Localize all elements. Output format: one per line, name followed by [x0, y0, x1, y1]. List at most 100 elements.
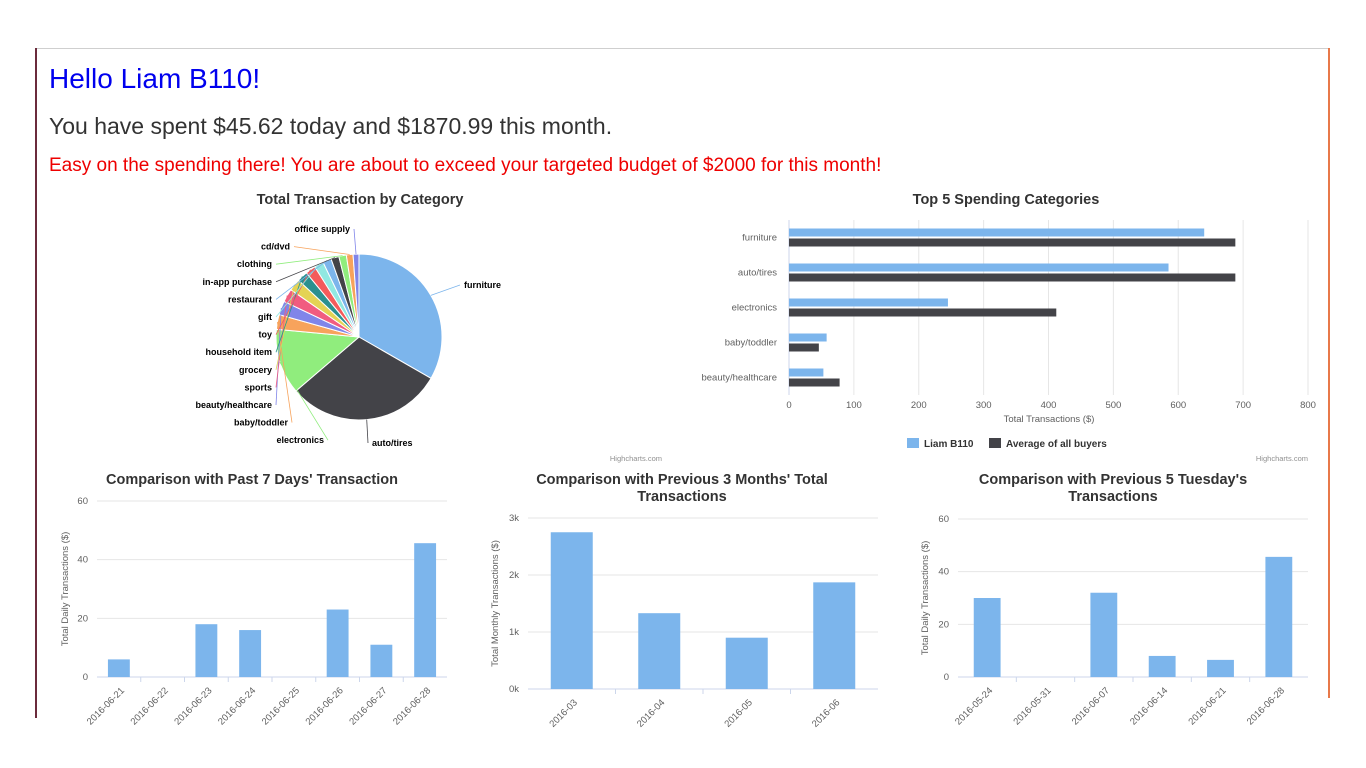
x-tick-label-2016-06: 2016-06: [810, 697, 842, 729]
highcharts-credit[interactable]: Highcharts.com: [610, 454, 662, 463]
y-tick-label: 40: [938, 567, 949, 578]
x-tick-label-2016-06-28: 2016-06-28: [391, 685, 433, 727]
top-spending-bar-chart: Top 5 Spending Categories furniture auto/…: [701, 192, 1316, 463]
pie-label-sports: sports: [244, 382, 272, 392]
budget-warning: Easy on the spending there! You are abou…: [49, 155, 882, 176]
x-tick-label: 0: [786, 400, 791, 411]
legend-label-liam[interactable]: Liam B110: [924, 439, 974, 450]
column-2016-06-07: [1090, 592, 1118, 677]
category-label-beauty-healthcare: beauty/healthcare: [701, 373, 777, 384]
pie-label-office-supply: office supply: [294, 224, 350, 234]
tick-labels: 0 100 200 300 400 500 600 700 800: [786, 400, 1316, 411]
x-tick-label: 300: [976, 400, 992, 411]
pie-label-auto-tires: auto/tires: [372, 438, 413, 448]
pie-label-furniture: furniture: [464, 280, 501, 290]
category-labels: furniture auto/tires electronics baby/toddl…: [701, 233, 777, 384]
chart-title: Comparison with Past 7 Days' Transaction: [106, 472, 398, 488]
y-axis-label: Total Monthly Transactions ($): [490, 540, 501, 667]
column-2016-06-24: [239, 630, 262, 677]
bar-liam-b110-auto-tires: [789, 263, 1169, 272]
bar-average-of-all-buyers-auto-tires: [789, 273, 1236, 282]
category-label-auto-tires: auto/tires: [738, 268, 777, 279]
column-2016-06: [813, 582, 856, 689]
y-tick-label: 0: [83, 672, 88, 683]
x-tick-label-2016-06-07: 2016-06-07: [1070, 685, 1112, 727]
column-2016-05-24: [973, 598, 1001, 677]
chart-title-line-1: Comparison with Previous 3 Months' Total: [536, 472, 828, 488]
x-tick-label: 600: [1170, 400, 1186, 411]
x-tick-label-2016-03: 2016-03: [547, 697, 579, 729]
greeting-heading: Hello Liam B110!: [49, 63, 261, 94]
chart-title: Total Transaction by Category: [257, 192, 464, 208]
x-tick-label-2016-04: 2016-04: [635, 697, 667, 729]
pie-label-baby-toddler: baby/toddler: [234, 418, 289, 428]
x-tick-label: 400: [1041, 400, 1057, 411]
legend-swatch-liam[interactable]: [907, 438, 919, 448]
x-tick-label-2016-06-26: 2016-06-26: [304, 685, 346, 727]
column-2016-06-21: [1207, 659, 1234, 677]
plot-area: 0 20 40 60 Total Daily Transactions ($) 2016-…: [60, 496, 447, 727]
category-pie-chart: Total Transaction by Category furniture a…: [195, 192, 662, 463]
left-border: [35, 48, 37, 718]
x-tick-label-2016-06-28: 2016-06-28: [1245, 685, 1287, 727]
legend-swatch-average[interactable]: [989, 438, 1001, 448]
chart-title: Top 5 Spending Categories: [913, 192, 1100, 208]
right-border: [1328, 48, 1330, 698]
bar-average-of-all-buyers-baby-toddler: [789, 343, 819, 352]
x-tick-label: 800: [1300, 400, 1316, 411]
pie-label-grocery: grocery: [239, 365, 272, 375]
column-2016-06-28: [1265, 556, 1293, 677]
legend[interactable]: Liam B110 Average of all buyers: [907, 438, 1107, 450]
y-tick-label: 0k: [509, 684, 519, 695]
pie-label-household-item: household item: [205, 347, 272, 357]
x-tick-label-2016-06-14: 2016-06-14: [1128, 685, 1170, 727]
y-tick-label: 20: [938, 619, 949, 630]
x-axis-label: Total Transactions ($): [1004, 414, 1095, 425]
y-tick-label: 0: [944, 672, 949, 683]
chart-title-line-1: Comparison with Previous 5 Tuesday's: [979, 472, 1247, 488]
pie-label-restaurant: restaurant: [228, 294, 272, 304]
x-tick-label: 700: [1235, 400, 1251, 411]
x-tick-label-2016-06-25: 2016-06-25: [260, 685, 302, 727]
x-tick-label-2016-06-22: 2016-06-22: [129, 685, 171, 727]
column-2016-05: [725, 637, 768, 689]
column-2016-03: [550, 532, 593, 689]
pie-label-toy: toy: [259, 330, 273, 340]
y-tick-label: 2k: [509, 570, 519, 581]
plot-area: 0 20 40 60 Total Daily Transactions ($) 2016-…: [920, 514, 1308, 727]
y-tick-label: 60: [77, 496, 88, 507]
y-axis-label: Total Daily Transactions ($): [60, 532, 71, 647]
bar-average-of-all-buyers-beauty-healthcare: [789, 378, 840, 387]
highcharts-credit[interactable]: Highcharts.com: [1256, 454, 1308, 463]
x-tick-label-2016-06-27: 2016-06-27: [347, 685, 389, 727]
column-2016-06-27: [370, 644, 393, 677]
pie-label-cd-dvd: cd/dvd: [261, 242, 290, 252]
x-tick-label-2016-05-31: 2016-05-31: [1011, 685, 1053, 727]
pie-connector-cd-dvd: [293, 246, 350, 255]
chart-title-line-2: Transactions: [1068, 489, 1157, 505]
column-2016-06-28: [414, 543, 437, 677]
y-axis-label: Total Daily Transactions ($): [920, 541, 931, 656]
column-2016-06-23: [195, 624, 218, 677]
x-tick-label: 100: [846, 400, 862, 411]
pie-label-gift: gift: [258, 312, 272, 322]
y-tick-label: 1k: [509, 627, 519, 638]
y-tick-label: 3k: [509, 513, 519, 524]
previous-5-tuesdays-column-chart: Comparison with Previous 5 Tuesday's Tra…: [920, 472, 1308, 727]
pie-label-beauty-healthcare: beauty/healthcare: [195, 400, 272, 410]
x-tick-label-2016-06-21: 2016-06-21: [1186, 685, 1228, 727]
x-tick-label-2016-06-23: 2016-06-23: [172, 685, 214, 727]
column-2016-06-26: [326, 609, 349, 677]
y-tick-label: 20: [77, 613, 88, 624]
legend-label-average[interactable]: Average of all buyers: [1006, 439, 1107, 450]
plot-area: 0k 1k 2k 3k Total Monthly Transactions ($) 20…: [490, 513, 878, 730]
chart-title-line-2: Transactions: [637, 489, 726, 505]
x-tick-label: 500: [1105, 400, 1121, 411]
x-tick-label-2016-06-24: 2016-06-24: [216, 685, 258, 727]
pie-connector-furniture: [430, 284, 461, 296]
pie-label-electronics: electronics: [276, 435, 324, 445]
x-tick-label-2016-05: 2016-05: [722, 697, 754, 729]
y-tick-label: 40: [77, 555, 88, 566]
bar-average-of-all-buyers-furniture: [789, 238, 1236, 247]
column-2016-06-21: [107, 659, 130, 677]
